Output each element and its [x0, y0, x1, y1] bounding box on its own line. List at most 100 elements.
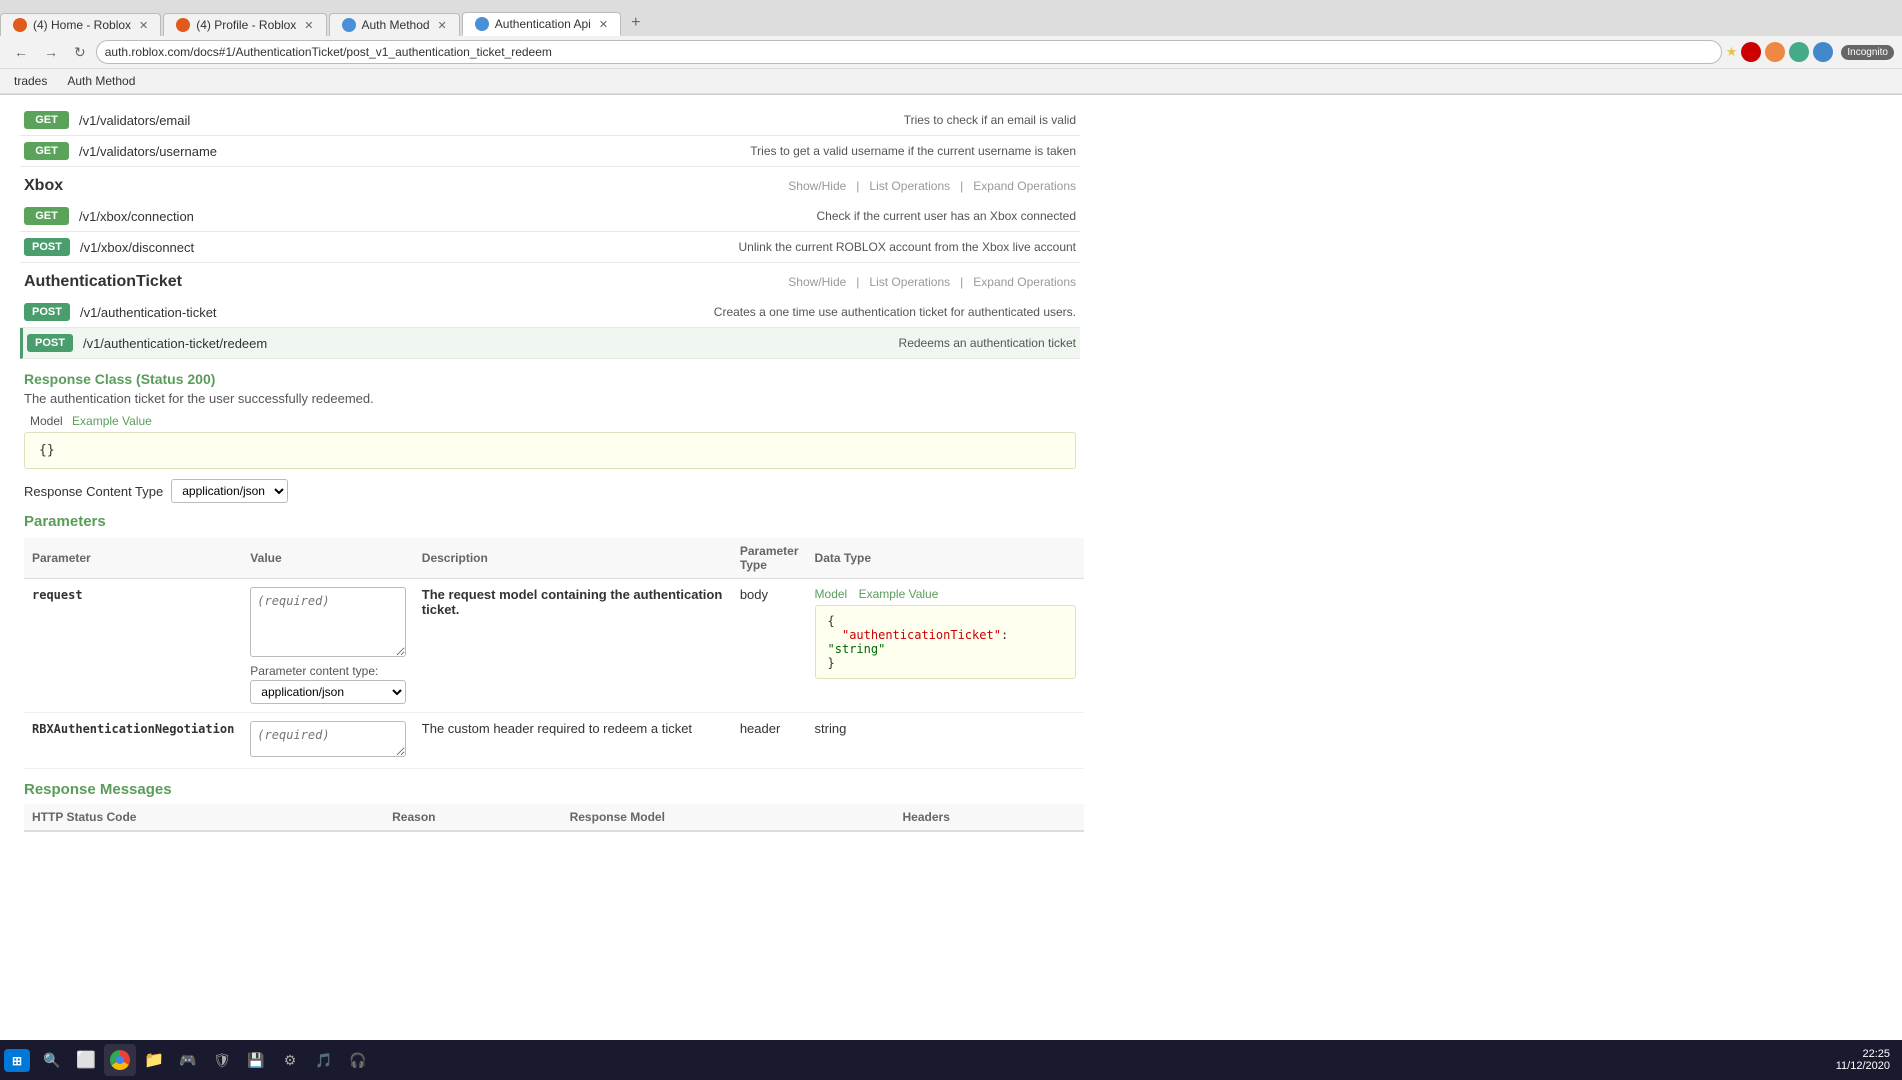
- extension-icon-2[interactable]: [1765, 42, 1785, 62]
- endpoint-path: /v1/authentication-ticket/redeem: [83, 336, 899, 351]
- auth-show-hide-link[interactable]: Show/Hide: [788, 275, 846, 289]
- bookmark-star-icon[interactable]: ★: [1726, 44, 1738, 60]
- response-class-description: The authentication ticket for the user s…: [24, 391, 1076, 406]
- xbox-title: Xbox: [24, 177, 63, 195]
- search-taskbar-icon[interactable]: 🔍: [36, 1044, 68, 1076]
- chrome-taskbar-icon[interactable]: [104, 1044, 136, 1076]
- endpoint-auth-ticket-redeem: POST /v1/authentication-ticket/redeem Re…: [20, 328, 1080, 359]
- address-bar[interactable]: [96, 40, 1722, 64]
- param-example-value-box: { "authenticationTicket": "string" }: [815, 605, 1076, 679]
- tab-favicon: [342, 18, 356, 32]
- method-post-badge: POST: [24, 303, 70, 321]
- start-button[interactable]: ⊞: [4, 1049, 30, 1072]
- param-name-rbx-auth: RBXAuthenticationNegotiation: [32, 722, 234, 736]
- auth-expand-operations-link[interactable]: Expand Operations: [973, 275, 1076, 289]
- tab-favicon: [13, 18, 27, 32]
- clock-date: 11/12/2020: [1836, 1060, 1890, 1072]
- browser-chrome: (4) Home - Roblox ✕ (4) Profile - Roblox…: [0, 0, 1902, 95]
- endpoint-validators-email: GET /v1/validators/email Tries to check …: [20, 105, 1080, 136]
- xbox-list-operations-link[interactable]: List Operations: [869, 179, 950, 193]
- response-json-value: {}: [39, 443, 55, 458]
- endpoint-validators-username: GET /v1/validators/username Tries to get…: [20, 136, 1080, 167]
- method-post-badge: POST: [24, 238, 70, 256]
- endpoint-xbox-connection: GET /v1/xbox/connection Check if the cur…: [20, 201, 1080, 232]
- endpoint-description: Unlink the current ROBLOX account from t…: [739, 240, 1077, 254]
- response-json-box: {}: [24, 432, 1076, 469]
- response-content-type-select[interactable]: application/json text/xml: [171, 479, 288, 503]
- parameters-table: Parameter Value Description ParameterTyp…: [24, 538, 1084, 769]
- bookmark-trades[interactable]: trades: [8, 72, 53, 90]
- xbox-show-hide-link[interactable]: Show/Hide: [788, 179, 846, 193]
- xbox-section-actions: Show/Hide | List Operations | Expand Ope…: [788, 179, 1076, 193]
- model-label-row: Model Example Value: [24, 414, 1076, 428]
- content-type-label: Response Content Type: [24, 484, 163, 499]
- extension-icon-4[interactable]: [1813, 42, 1833, 62]
- start-icon: ⊞: [12, 1054, 22, 1068]
- bookmarks-bar: trades Auth Method: [0, 69, 1902, 94]
- model-tab-label: Model: [815, 587, 848, 601]
- col-header-param-type: ParameterType: [732, 538, 807, 579]
- model-text: Model: [30, 414, 63, 428]
- tab-auth-api[interactable]: Authentication Api ✕: [462, 12, 621, 36]
- new-tab-button[interactable]: +: [623, 10, 648, 36]
- endpoint-path: /v1/xbox/connection: [79, 209, 817, 224]
- parameters-title: Parameters: [24, 513, 1076, 530]
- tab-close-button[interactable]: ✕: [304, 19, 313, 32]
- endpoint-xbox-disconnect: POST /v1/xbox/disconnect Unlink the curr…: [20, 232, 1080, 263]
- taskbar-icon-7[interactable]: 💾: [240, 1044, 272, 1076]
- endpoint-description: Redeems an authentication ticket: [899, 336, 1076, 350]
- tab-close-button[interactable]: ✕: [139, 19, 148, 32]
- tab-close-button[interactable]: ✕: [438, 19, 447, 32]
- col-header-parameter: Parameter: [24, 538, 242, 579]
- auth-list-operations-link[interactable]: List Operations: [869, 275, 950, 289]
- param-value-request[interactable]: [250, 587, 406, 657]
- extension-icon-3[interactable]: [1789, 42, 1809, 62]
- param-content-type-select[interactable]: application/json: [250, 680, 406, 704]
- xbox-section-header: Xbox Show/Hide | List Operations | Expan…: [20, 167, 1080, 201]
- param-description-rbx-auth: The custom header required to redeem a t…: [414, 713, 732, 769]
- taskbar-icon-9[interactable]: 🎵: [308, 1044, 340, 1076]
- bookmark-label: Auth Method: [67, 74, 135, 88]
- endpoint-description: Tries to get a valid username if the cur…: [750, 144, 1076, 158]
- example-value-link[interactable]: Example Value: [72, 414, 152, 428]
- col-header-value: Value: [242, 538, 414, 579]
- file-explorer-icon[interactable]: 📁: [138, 1044, 170, 1076]
- tab-auth-method[interactable]: Auth Method ✕: [329, 13, 460, 36]
- method-get-badge: GET: [24, 142, 69, 160]
- forward-button[interactable]: →: [38, 41, 64, 63]
- taskbar-icon-10[interactable]: 🎧: [342, 1044, 374, 1076]
- tab-home[interactable]: (4) Home - Roblox ✕: [0, 13, 161, 36]
- taskview-icon[interactable]: ⬜: [70, 1044, 102, 1076]
- tab-favicon: [176, 18, 190, 32]
- response-class-title: Response Class (Status 200): [24, 371, 1076, 387]
- param-name-request: request: [32, 588, 83, 602]
- taskbar-icon-5[interactable]: 🎮: [172, 1044, 204, 1076]
- auth-ticket-section-actions: Show/Hide | List Operations | Expand Ope…: [788, 275, 1076, 289]
- back-button[interactable]: ←: [8, 41, 34, 63]
- taskbar-icon-6[interactable]: 🛡: [206, 1044, 238, 1076]
- response-content-type-row: Response Content Type application/json t…: [24, 479, 1076, 503]
- endpoint-path: /v1/xbox/disconnect: [80, 240, 739, 255]
- extension-icon-1[interactable]: [1741, 42, 1761, 62]
- xbox-expand-operations-link[interactable]: Expand Operations: [973, 179, 1076, 193]
- clock-time: 22:25: [1836, 1048, 1890, 1060]
- param-type-request: body: [740, 587, 768, 602]
- resp-col-reason: Reason: [384, 804, 561, 831]
- taskbar-icon-8[interactable]: ⚙: [274, 1044, 306, 1076]
- method-post-badge: POST: [27, 334, 73, 352]
- col-header-description: Description: [414, 538, 732, 579]
- method-get-badge: GET: [24, 111, 69, 129]
- bookmark-auth-method[interactable]: Auth Method: [61, 72, 141, 90]
- endpoint-path: /v1/validators/username: [79, 144, 750, 159]
- tab-profile[interactable]: (4) Profile - Roblox ✕: [163, 13, 326, 36]
- endpoint-description: Check if the current user has an Xbox co…: [817, 209, 1076, 223]
- tab-close-button[interactable]: ✕: [599, 18, 608, 31]
- param-value-rbx-auth[interactable]: [250, 721, 406, 757]
- main-content: GET /v1/validators/email Tries to check …: [0, 95, 1100, 846]
- endpoint-auth-ticket: POST /v1/authentication-ticket Creates a…: [20, 297, 1080, 328]
- reload-button[interactable]: ↻: [68, 41, 92, 64]
- param-row-rbx-auth: RBXAuthenticationNegotiation The custom …: [24, 713, 1084, 769]
- incognito-badge: Incognito: [1841, 45, 1894, 60]
- method-get-badge: GET: [24, 207, 69, 225]
- example-value-tab[interactable]: Example Value: [859, 587, 939, 601]
